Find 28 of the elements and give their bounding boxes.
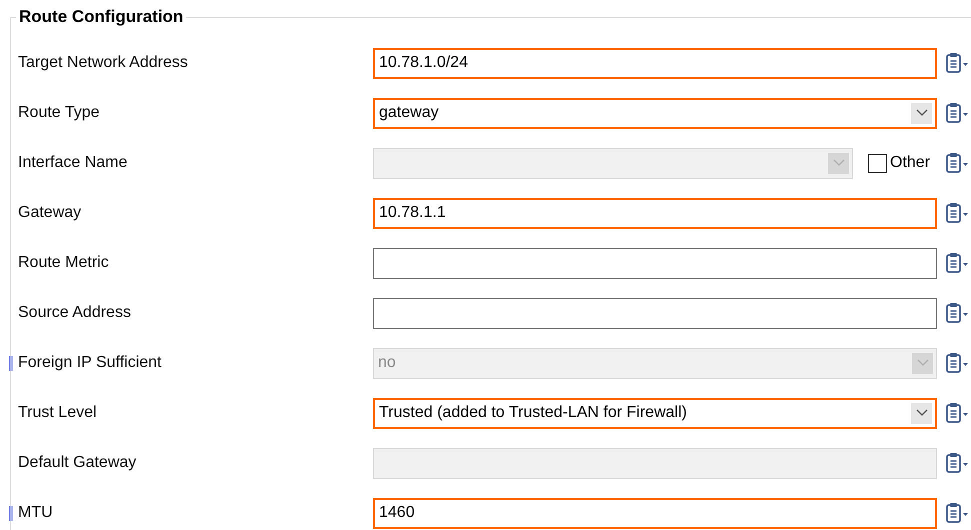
clipboard-menu-icon[interactable] bbox=[945, 202, 969, 224]
chevron-down-icon bbox=[911, 102, 932, 124]
field-label: Foreign IP Sufficient bbox=[18, 353, 162, 373]
clipboard-menu-icon[interactable] bbox=[945, 302, 969, 324]
clipboard-menu-icon[interactable] bbox=[945, 402, 969, 424]
field-label: Trust Level bbox=[18, 403, 97, 423]
field-label: Interface Name bbox=[18, 153, 128, 173]
input-field[interactable]: 10.78.1.1 bbox=[373, 198, 937, 228]
clipboard-menu-icon[interactable] bbox=[945, 102, 969, 124]
clipboard-menu-icon[interactable] bbox=[945, 352, 969, 374]
input-field[interactable]: 1460 bbox=[373, 498, 937, 528]
field-label: Route Type bbox=[18, 103, 100, 123]
chevron-down-icon bbox=[911, 402, 932, 424]
clipboard-menu-icon[interactable] bbox=[945, 252, 969, 274]
field-label: MTU bbox=[18, 503, 53, 523]
field-label: Gateway bbox=[18, 203, 82, 223]
field-label: Target Network Address bbox=[18, 53, 188, 73]
dropdown[interactable]: Trusted (added to Trusted-LAN for Firewall) bbox=[373, 398, 937, 428]
field-label: Source Address bbox=[18, 303, 131, 323]
clipboard-menu-icon[interactable] bbox=[945, 502, 969, 524]
field-label: Default Gateway bbox=[18, 453, 136, 473]
input-field[interactable]: 10.78.1.0/24 bbox=[373, 48, 937, 78]
chevron-down-icon bbox=[828, 152, 849, 174]
dropdown[interactable]: gateway bbox=[373, 98, 937, 128]
clipboard-menu-icon[interactable] bbox=[945, 52, 969, 74]
field-label: Route Metric bbox=[18, 253, 109, 273]
chevron-down-icon bbox=[912, 352, 933, 374]
checkbox-label: Other bbox=[890, 153, 930, 173]
